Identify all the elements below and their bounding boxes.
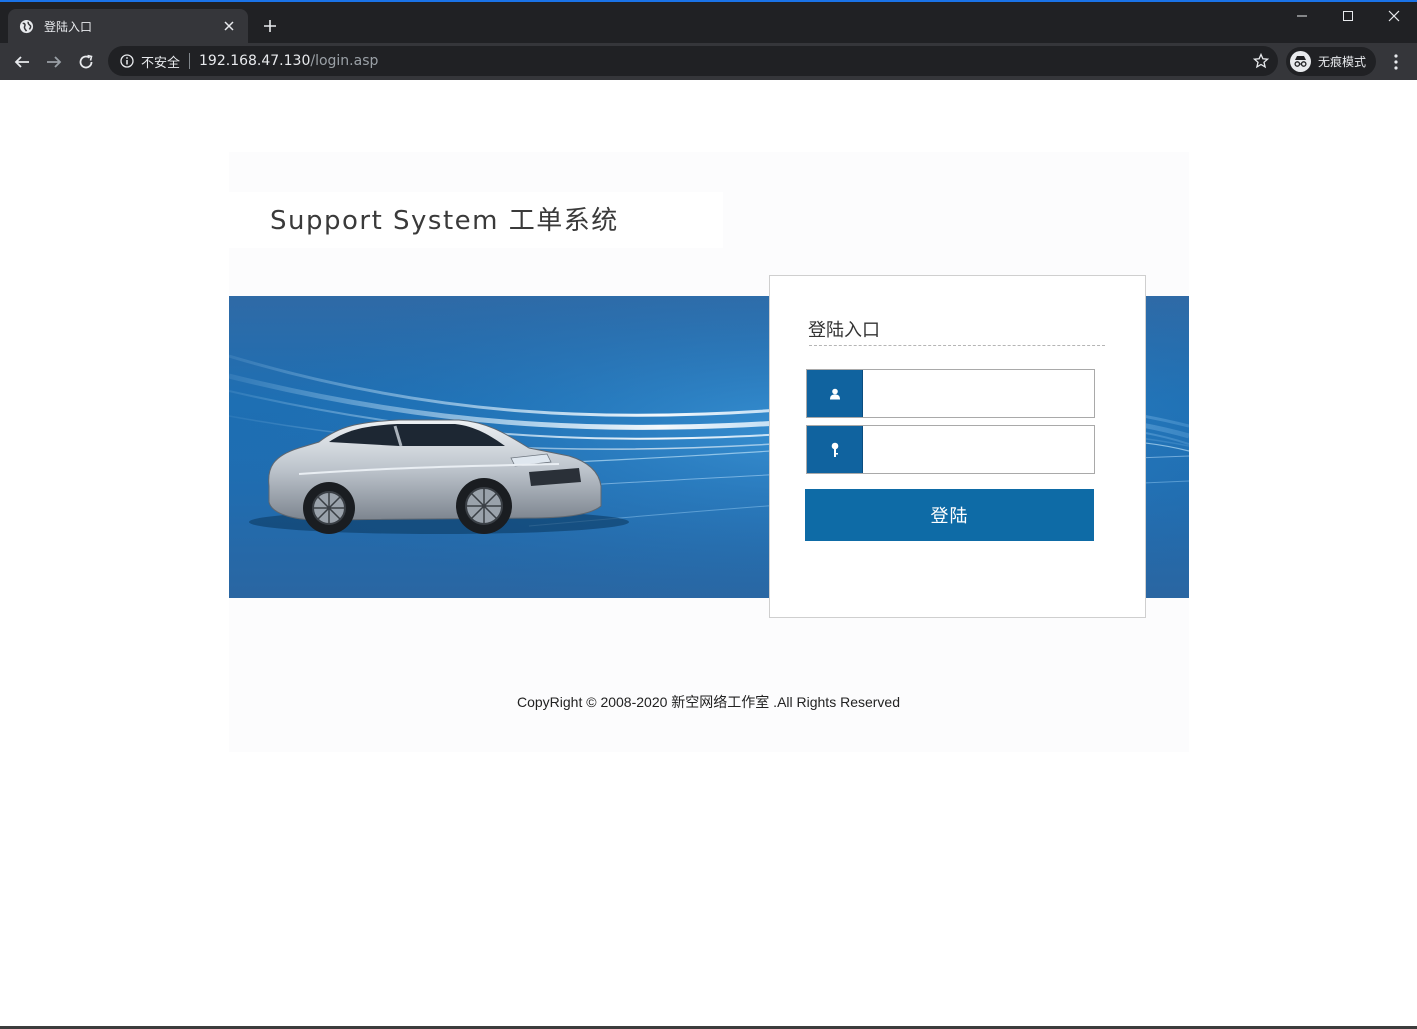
browser-tab[interactable]: 登陆入口 xyxy=(8,9,248,43)
close-icon[interactable] xyxy=(220,17,238,35)
address-divider xyxy=(189,53,191,69)
login-divider xyxy=(809,345,1105,346)
kebab-menu-icon[interactable] xyxy=(1383,48,1409,76)
username-input[interactable] xyxy=(863,370,1094,417)
info-icon[interactable] xyxy=(119,53,135,69)
key-icon xyxy=(807,426,863,473)
login-box: 登陆入口 登陆 xyxy=(769,275,1146,618)
password-input[interactable] xyxy=(863,426,1094,473)
close-icon[interactable] xyxy=(1371,4,1417,28)
tab-title: 登陆入口 xyxy=(44,19,93,34)
url-path: /login.asp xyxy=(310,53,379,69)
back-arrow-icon[interactable] xyxy=(8,48,36,76)
chrome-accent-line xyxy=(0,0,1417,2)
browser-chrome: 登陆入口 不安全 192.168.47.130 /login.asp 无痕模式 xyxy=(0,0,1417,80)
globe-icon xyxy=(18,18,34,34)
address-bar[interactable]: 不安全 192.168.47.130/login.asp xyxy=(108,46,1278,76)
page-content: Support System 工单系统 登陆入口 登陆 CopyRight © … xyxy=(0,80,1417,1029)
username-field xyxy=(806,369,1095,418)
user-icon xyxy=(807,370,863,417)
forward-arrow-icon[interactable] xyxy=(40,48,68,76)
incognito-icon xyxy=(1290,51,1311,72)
security-label: 不安全 xyxy=(141,55,181,71)
incognito-label: 无痕模式 xyxy=(1318,55,1367,69)
maximize-icon[interactable] xyxy=(1325,4,1371,28)
minimize-icon[interactable] xyxy=(1279,4,1325,28)
login-button[interactable]: 登陆 xyxy=(805,489,1094,541)
login-heading: 登陆入口 xyxy=(808,320,880,341)
reload-icon[interactable] xyxy=(72,48,100,76)
star-icon[interactable] xyxy=(1252,52,1270,70)
footer-copyright: CopyRight © 2008-2020 新空网络工作室 .All Right… xyxy=(516,694,901,710)
plus-icon[interactable] xyxy=(258,14,282,38)
browser-toolbar: 不安全 192.168.47.130/login.asp 无痕模式 xyxy=(0,43,1417,80)
password-field xyxy=(806,425,1095,474)
url-host: 192.168.47.130 xyxy=(199,53,311,69)
site-title: Support System 工单系统 xyxy=(270,206,619,236)
incognito-indicator[interactable]: 无痕模式 xyxy=(1286,47,1377,76)
